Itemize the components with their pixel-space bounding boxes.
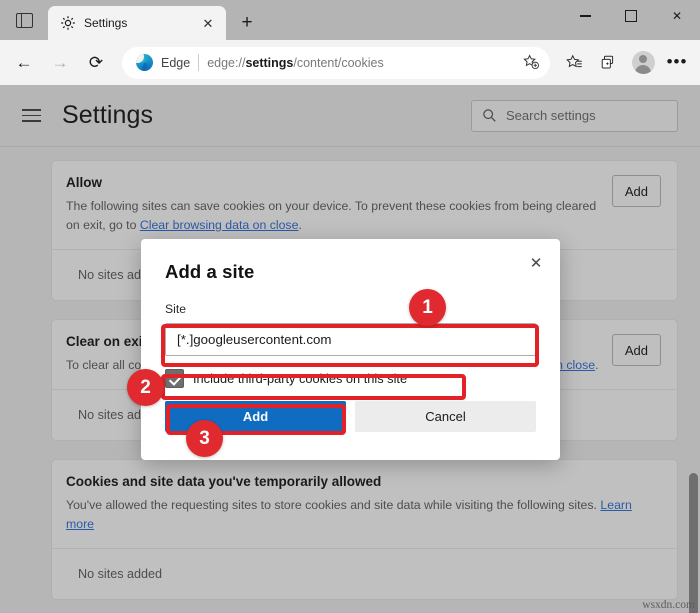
section-title: Allow xyxy=(66,175,602,190)
url-bold-part: settings xyxy=(245,56,293,70)
refresh-icon[interactable]: ⟳ xyxy=(78,45,114,81)
url-suffix: /content/cookies xyxy=(293,56,383,70)
page-title: Settings xyxy=(62,101,153,130)
url-prefix: edge:// xyxy=(207,56,245,70)
close-icon[interactable]: ✕ xyxy=(522,249,550,277)
tab-search-icon xyxy=(16,13,33,28)
watermark: wsxdn.com xyxy=(642,599,695,611)
avatar xyxy=(632,51,655,74)
search-settings-input[interactable]: Search settings xyxy=(471,100,678,132)
more-ellipsis-icon[interactable]: ••• xyxy=(660,46,694,80)
browser-tab-settings[interactable]: Settings ✕ xyxy=(48,6,226,40)
site-field-label: Site xyxy=(165,302,536,316)
new-tab-button[interactable]: + xyxy=(232,8,262,38)
minimize-icon[interactable] xyxy=(562,0,608,32)
dialog-buttons: Add Cancel xyxy=(165,401,536,432)
description-tail: . xyxy=(298,218,301,232)
hamburger-menu-icon[interactable] xyxy=(22,103,48,129)
close-icon[interactable]: ✕ xyxy=(198,13,218,33)
favorites-star-icon[interactable] xyxy=(558,46,592,80)
browser-window: Settings ✕ + ✕ ← → ⟳ Edge edge://setting… xyxy=(0,0,700,613)
hamburger-line xyxy=(22,109,41,111)
hamburger-line xyxy=(22,115,41,117)
clear-browsing-data-link[interactable]: Clear browsing data on close xyxy=(140,218,299,232)
search-placeholder: Search settings xyxy=(506,108,596,123)
tab-search-button[interactable] xyxy=(0,0,48,40)
section-title: Cookies and site data you've temporarily… xyxy=(66,474,661,489)
section-description: The following sites can save cookies on … xyxy=(66,197,602,235)
hamburger-line xyxy=(22,120,41,122)
description-tail: . xyxy=(595,358,598,372)
back-icon[interactable]: ← xyxy=(6,45,42,81)
profile-avatar-icon[interactable] xyxy=(626,46,660,80)
section-header: Allow The following sites can save cooki… xyxy=(52,161,677,249)
annotation-badge-1: 1 xyxy=(409,289,446,326)
site-input[interactable]: [*.]googleusercontent.com xyxy=(165,323,536,356)
forward-icon[interactable]: → xyxy=(42,45,78,81)
window-controls: ✕ xyxy=(562,0,700,32)
title-bar: Settings ✕ + ✕ xyxy=(0,0,700,40)
add-site-button-allow[interactable]: Add xyxy=(612,175,661,207)
add-favorite-star-icon[interactable] xyxy=(518,50,544,76)
empty-state-temporarily-allowed: No sites added xyxy=(52,548,677,599)
annotation-badge-3: 3 xyxy=(186,420,223,457)
dialog-cancel-button[interactable]: Cancel xyxy=(355,401,536,432)
omnibox-separator xyxy=(198,54,199,71)
section-header: Cookies and site data you've temporarily… xyxy=(52,460,677,548)
section-description: You've allowed the requesting sites to s… xyxy=(66,496,661,534)
description-text: You've allowed the requesting sites to s… xyxy=(66,498,600,512)
third-party-cookies-checkbox-row[interactable]: Include third-party cookies on this site xyxy=(165,369,536,388)
section-temporarily-allowed: Cookies and site data you've temporarily… xyxy=(51,459,678,600)
vertical-scrollbar[interactable] xyxy=(689,473,698,613)
maximize-icon[interactable] xyxy=(608,0,654,32)
address-bar-url: edge://settings/content/cookies xyxy=(207,56,510,70)
third-party-cookies-checkbox[interactable] xyxy=(165,369,184,388)
dialog-title: Add a site xyxy=(165,261,536,283)
settings-header: Settings Search settings xyxy=(0,85,700,147)
annotation-badge-2: 2 xyxy=(127,369,164,406)
window-close-icon[interactable]: ✕ xyxy=(654,0,700,32)
third-party-cookies-label: Include third-party cookies on this site xyxy=(193,371,407,386)
search-icon xyxy=(482,108,497,123)
browser-toolbar: ← → ⟳ Edge edge://settings/content/cooki… xyxy=(0,40,700,85)
collections-icon[interactable] xyxy=(592,46,626,80)
omnibox-brand-label: Edge xyxy=(161,56,190,70)
gear-icon xyxy=(60,15,76,31)
address-bar[interactable]: Edge edge://settings/content/cookies xyxy=(122,47,550,79)
tab-title: Settings xyxy=(84,16,190,30)
edge-logo-icon xyxy=(136,54,153,71)
add-site-button-clear-on-exit[interactable]: Add xyxy=(612,334,661,366)
